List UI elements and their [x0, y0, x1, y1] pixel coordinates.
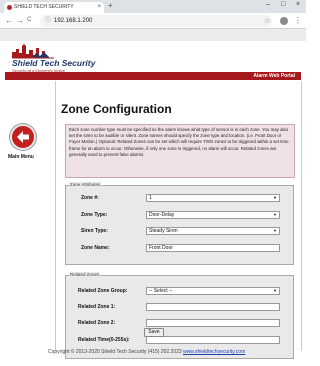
dropdown-arrow-icon: ▼	[273, 288, 277, 293]
related-zone-group-select[interactable]: -- Select -- ▼	[146, 287, 280, 295]
back-arrow-circle-icon[interactable]	[10, 124, 36, 150]
logo-name: Shield Tech Security	[12, 58, 96, 68]
portal-header-bar: Alarm Web Portal	[5, 72, 301, 80]
browser-toolbar: ← → C ⓘ 192.168.1.200 ☆ ⋮	[0, 13, 306, 29]
siren-type-value: Steady Siren	[149, 228, 178, 234]
related-time-label: Related Time(0-255s):	[78, 337, 130, 343]
site-favicon-icon	[7, 5, 12, 10]
related-zones-legend: Related Zones	[69, 272, 101, 277]
zone-attributes-fieldset: Zone Attributes Zone #: 1 ▼ Zone Type: D…	[65, 182, 294, 265]
browser-tab[interactable]: SHIELD TECH SECURITY ×	[4, 2, 104, 13]
site-logo[interactable]: Shield Tech Security Security at a Momen…	[10, 43, 95, 73]
related-zones-fieldset: Related Zones Related Zone Group: -- Sel…	[65, 272, 294, 359]
zone-type-value: Door-Delay	[149, 212, 175, 218]
bookmark-star-icon[interactable]: ☆	[264, 17, 270, 25]
address-bar[interactable]: ⓘ 192.168.1.200	[40, 15, 272, 27]
zone-attributes-legend: Zone Attributes	[69, 182, 102, 187]
portal-link[interactable]: Alarm Web Portal	[253, 72, 295, 80]
dropdown-arrow-icon: ▼	[273, 228, 277, 233]
footer-copyright: Copyright © 2013-2020 Shield Tech Securi…	[48, 349, 182, 355]
dropdown-arrow-icon: ▼	[273, 195, 277, 200]
related-zone-1-label: Related Zone 1:	[78, 304, 116, 310]
reload-icon[interactable]: C	[27, 17, 31, 23]
forward-arrow-icon[interactable]: →	[16, 16, 24, 25]
maximize-button[interactable]: □	[281, 1, 285, 8]
browser-menu-icon[interactable]: ⋮	[294, 16, 302, 25]
content-panel: Zone Configuration Each zone number type…	[55, 81, 302, 359]
dropdown-arrow-icon: ▼	[273, 212, 277, 217]
site-footer: Copyright © 2013-2020 Shield Tech Securi…	[48, 349, 245, 355]
description-box: Each zone number type must be specified …	[65, 124, 295, 178]
related-zone-1-input[interactable]	[146, 303, 280, 311]
zone-name-input[interactable]: Front Door	[146, 244, 280, 252]
related-time-input[interactable]	[146, 336, 280, 344]
new-tab-button[interactable]: +	[108, 1, 113, 10]
address-url: 192.168.1.200	[54, 18, 93, 24]
minimize-button[interactable]: –	[266, 1, 270, 8]
tab-title: SHIELD TECH SECURITY	[14, 4, 74, 10]
related-zone-group-value: -- Select --	[149, 288, 173, 294]
window-close-button[interactable]: ×	[296, 1, 300, 8]
zone-type-label: Zone Type:	[81, 212, 108, 218]
zone-type-select[interactable]: Door-Delay ▼	[146, 211, 280, 219]
zone-name-value: Front Door	[149, 245, 173, 251]
related-zone-2-input[interactable]	[146, 319, 280, 327]
footer-website-link[interactable]: www.shieldtechsecurity.com	[183, 349, 245, 355]
related-zone-2-label: Related Zone 2:	[78, 320, 116, 326]
page-background: Shield Tech Security Security at a Momen…	[0, 29, 306, 366]
siren-type-label: Siren Type:	[81, 228, 108, 234]
zone-number-select[interactable]: 1 ▼	[146, 194, 280, 202]
site-info-icon[interactable]: ⓘ	[45, 15, 51, 27]
browser-tab-strip: SHIELD TECH SECURITY × + – □ ×	[0, 0, 306, 13]
zone-number-value: 1	[149, 195, 152, 201]
tab-close-icon[interactable]: ×	[97, 2, 101, 13]
siren-type-select[interactable]: Steady Siren ▼	[146, 227, 280, 235]
save-button[interactable]: Save	[144, 328, 164, 337]
main-menu-label[interactable]: Main Menu	[8, 154, 34, 160]
site-container: Shield Tech Security Security at a Momen…	[0, 41, 306, 366]
skyline-logo-icon	[12, 44, 54, 59]
page-title: Zone Configuration	[61, 102, 172, 116]
related-zone-group-label: Related Zone Group:	[78, 288, 128, 294]
profile-avatar-icon[interactable]	[280, 17, 288, 25]
zone-name-label: Zone Name:	[81, 245, 110, 251]
back-arrow-icon[interactable]: ←	[5, 16, 13, 25]
zone-number-label: Zone #:	[81, 195, 99, 201]
